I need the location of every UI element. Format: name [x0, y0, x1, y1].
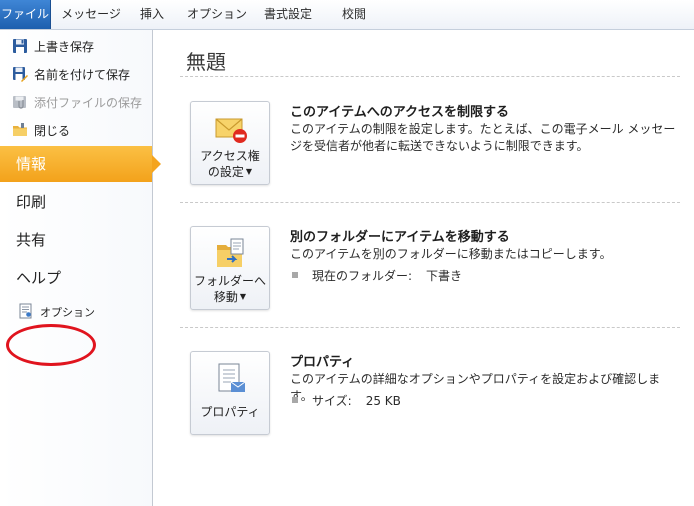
- properties-button[interactable]: プロパティ: [190, 351, 270, 435]
- move-label-2: 移動: [213, 290, 238, 304]
- section-move-heading: 別のフォルダーにアイテムを移動する: [290, 230, 510, 245]
- dropdown-caret-icon: ▼: [245, 167, 253, 176]
- tab-review[interactable]: 校閲: [334, 0, 374, 29]
- tab-file[interactable]: ファイル: [0, 0, 51, 29]
- section-restrict-heading: このアイテムへのアクセスを制限する: [290, 105, 510, 120]
- floppy-disk-icon: [12, 38, 28, 54]
- size-label: サイズ:: [312, 394, 352, 408]
- tab-insert[interactable]: 挿入: [132, 0, 172, 29]
- nav-print[interactable]: 印刷: [0, 184, 152, 220]
- save-attachments-command[interactable]: 添付ファイルの保存: [12, 92, 142, 114]
- backstage-nav: 上書き保存 名前を付けて保存 添付ファイルの保存 閉じる 情報 印刷 共有 ヘル…: [0, 30, 161, 506]
- divider: [180, 202, 680, 203]
- divider: [180, 76, 680, 77]
- current-folder-row: 現在のフォルダー: 下書き: [292, 267, 462, 284]
- section-restrict-desc: このアイテムの制限を設定します。たとえば、この電子メール メッセージを受信者が他…: [290, 122, 676, 153]
- current-folder-value: 下書き: [426, 269, 463, 283]
- section-properties-heading: プロパティ: [290, 355, 355, 370]
- permissions-button[interactable]: アクセス権 の設定 ▼: [190, 101, 270, 185]
- bullet-square-icon: [292, 272, 298, 278]
- tab-message[interactable]: メッセージ: [58, 0, 124, 29]
- permissions-label-2: の設定: [207, 165, 244, 179]
- folder-close-icon: [12, 122, 28, 138]
- size-row: サイズ: 25 KB: [292, 392, 401, 409]
- close-command[interactable]: 閉じる: [12, 120, 70, 142]
- dropdown-caret-icon: ▼: [239, 292, 247, 301]
- options-label: オプション: [40, 306, 95, 319]
- options-doc-icon: [18, 303, 34, 319]
- save-attachments-label: 添付ファイルの保存: [34, 96, 143, 110]
- highlight-circle: [6, 324, 96, 366]
- permissions-label-1: アクセス権: [200, 149, 260, 163]
- nav-info[interactable]: 情報: [0, 146, 161, 182]
- save-as-icon: [12, 66, 28, 82]
- section-move-desc: このアイテムを別のフォルダーに移動またはコピーします。: [290, 247, 612, 261]
- nav-share[interactable]: 共有: [0, 222, 152, 258]
- ribbon-tab-bar: ファイル メッセージ 挿入 オプション 書式設定 校閲: [0, 0, 694, 30]
- close-label: 閉じる: [34, 124, 71, 138]
- move-to-folder-button[interactable]: フォルダーへ 移動 ▼: [190, 226, 270, 310]
- options-command[interactable]: オプション: [18, 302, 95, 324]
- save-label: 上書き保存: [34, 40, 95, 54]
- current-folder-label: 現在のフォルダー:: [312, 269, 413, 283]
- save-as-command[interactable]: 名前を付けて保存: [12, 64, 130, 86]
- move-label-1: フォルダーへ: [193, 274, 266, 288]
- divider: [180, 327, 680, 328]
- properties-icon: [213, 362, 249, 396]
- attachment-save-icon: [12, 94, 28, 110]
- folder-move-icon: [213, 237, 249, 271]
- bullet-square-icon: [292, 397, 298, 403]
- save-command[interactable]: 上書き保存: [12, 36, 94, 58]
- tab-options[interactable]: オプション: [184, 0, 250, 29]
- save-as-label: 名前を付けて保存: [34, 68, 131, 82]
- envelope-restrict-icon: [213, 112, 249, 146]
- size-value: 25 KB: [365, 394, 401, 408]
- properties-button-label: プロパティ: [200, 405, 260, 419]
- nav-help[interactable]: ヘルプ: [0, 260, 152, 296]
- tab-format[interactable]: 書式設定: [258, 0, 318, 29]
- page-title: 無題: [186, 50, 226, 74]
